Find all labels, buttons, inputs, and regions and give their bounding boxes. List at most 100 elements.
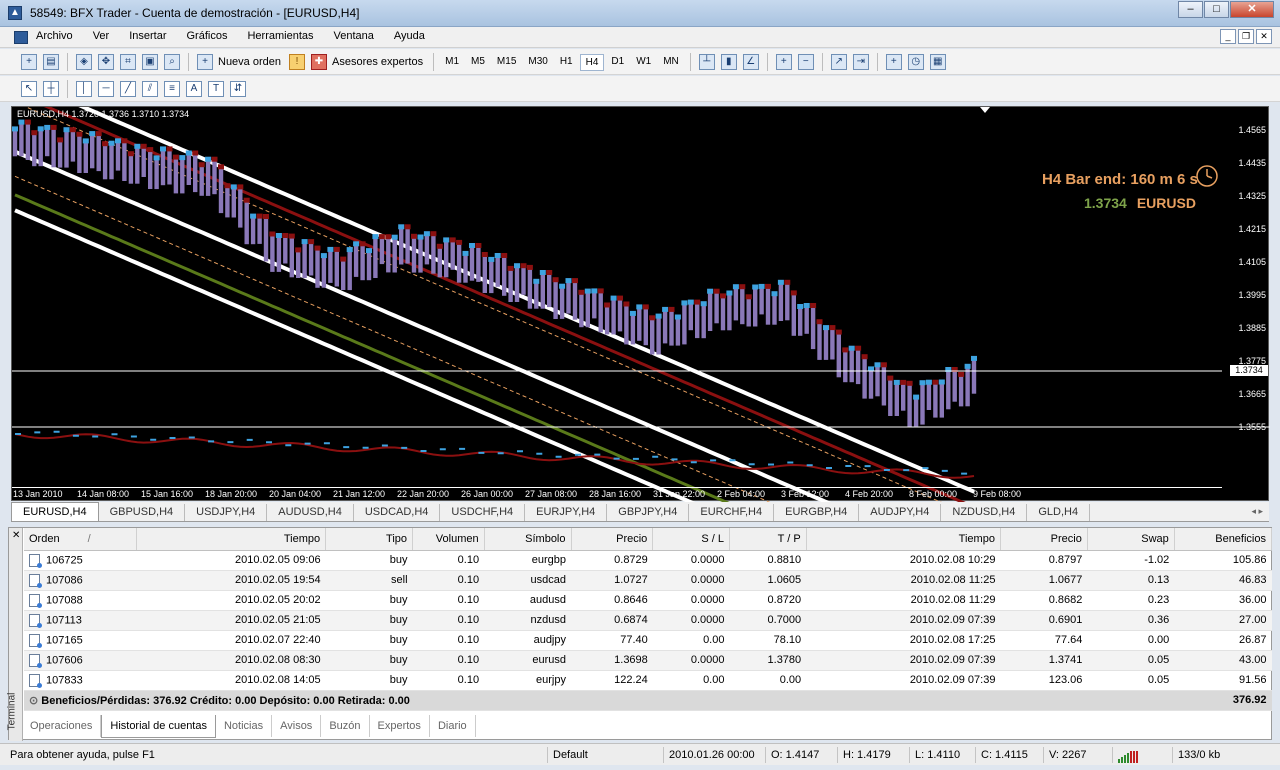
column-header[interactable]: Símbolo [484, 528, 572, 551]
chart-shift-icon[interactable]: ⇥ [852, 54, 869, 70]
terminal-tab-3[interactable]: Avisos [272, 715, 322, 737]
menu-5[interactable]: Ventana [334, 30, 374, 42]
chart-tab-gld[interactable]: GLD,H4 [1027, 504, 1091, 521]
chart-tab-usdjpy[interactable]: USDJPY,H4 [185, 504, 268, 521]
metaeditor-icon[interactable]: ! [289, 54, 305, 70]
chart-tab-eurgbp[interactable]: EURGBP,H4 [774, 504, 860, 521]
app-icon[interactable]: ▲ [8, 6, 22, 20]
mdi-close-button[interactable]: ✕ [1256, 29, 1272, 44]
menu-2[interactable]: Insertar [129, 30, 166, 42]
chart-tab-gbpusd[interactable]: GBPUSD,H4 [99, 504, 186, 521]
timeframe-mn-button[interactable]: MN [658, 54, 684, 71]
column-header[interactable]: S / L [652, 528, 730, 551]
column-header[interactable]: Tiempo [806, 528, 1001, 551]
terminal-tab-2[interactable]: Noticias [216, 715, 273, 737]
column-header[interactable]: Tiempo [136, 528, 327, 551]
periods-clock-icon[interactable]: ◷ [907, 54, 924, 70]
maximize-button[interactable]: □ [1204, 1, 1229, 18]
equidistant-channel-icon[interactable]: ⫽ [142, 81, 158, 97]
tab-scroll-arrows-icon[interactable]: ◂ ▸ [1251, 506, 1263, 517]
chart-tab-gbpjpy[interactable]: GBPJPY,H4 [607, 504, 690, 521]
column-header[interactable]: Swap [1087, 528, 1175, 551]
chart-tab-nzdusd[interactable]: NZDUSD,H4 [941, 504, 1028, 521]
cursor-icon[interactable]: ↖ [21, 81, 37, 97]
timeframe-h1-button[interactable]: H1 [555, 54, 578, 71]
menu-1[interactable]: Ver [93, 30, 110, 42]
chart-tab-eurchf[interactable]: EURCHF,H4 [689, 504, 775, 521]
column-header[interactable]: Precio [1000, 528, 1088, 551]
table-row[interactable]: 107165 2010.02.07 22:40 buy 0.10 audjpy 77.40… [24, 630, 1272, 651]
bar-chart-icon[interactable]: ┴ [698, 54, 715, 70]
strategy-tester-icon[interactable]: ⌕ [164, 54, 180, 70]
menu-4[interactable]: Herramientas [247, 30, 313, 42]
timeframe-m30-button[interactable]: M30 [523, 54, 552, 71]
column-header[interactable]: Precio [571, 528, 654, 551]
timeframe-m1-button[interactable]: M1 [440, 54, 464, 71]
terminal-close-icon[interactable]: ✕ [12, 530, 20, 541]
text-label-icon[interactable]: T [208, 81, 224, 97]
arrows-icon[interactable]: ⇵ [230, 81, 246, 97]
new-order-icon[interactable]: + [197, 54, 213, 70]
minimize-button[interactable]: – [1178, 1, 1203, 18]
mdi-restore-button[interactable]: ❐ [1238, 29, 1254, 44]
menu-3[interactable]: Gráficos [187, 30, 228, 42]
vertical-line-icon[interactable]: │ [76, 81, 92, 97]
text-icon[interactable]: A [186, 81, 202, 97]
crosshair-icon[interactable]: ┼ [43, 81, 59, 97]
chart-tab-usdcad[interactable]: USDCAD,H4 [354, 504, 441, 521]
templates-icon[interactable]: ▦ [929, 54, 946, 70]
column-header[interactable]: Beneficios [1174, 528, 1273, 551]
terminal-tab-5[interactable]: Expertos [370, 715, 430, 737]
timeframe-w1-button[interactable]: W1 [631, 54, 656, 71]
timeframe-m5-button[interactable]: M5 [466, 54, 490, 71]
fibonacci-icon[interactable]: ≡ [164, 81, 180, 97]
table-row[interactable]: 107088 2010.02.05 20:02 buy 0.10 audusd 0.864… [24, 590, 1272, 611]
data-window-icon[interactable]: ⌗ [120, 54, 136, 70]
status-profile[interactable]: Default [547, 747, 659, 763]
new-chart-icon[interactable]: + [21, 54, 37, 70]
close-button[interactable]: ✕ [1230, 1, 1274, 18]
chart-tab-audusd[interactable]: AUDUSD,H4 [267, 504, 354, 521]
table-row[interactable]: 106725 2010.02.05 09:06 buy 0.10 eurgbp 0.872… [24, 550, 1272, 571]
column-header[interactable]: Tipo [325, 528, 414, 551]
line-chart-icon[interactable]: ∠ [742, 54, 759, 70]
terminal-tab-4[interactable]: Buzón [321, 715, 370, 737]
chart-window[interactable]: EURUSD,H4 1.3720 1.3736 1.3710 1.3734 H4… [11, 106, 1270, 502]
table-row[interactable]: 107086 2010.02.05 19:54 sell 0.10 usdcad 1.07… [24, 570, 1272, 591]
timeframe-m15-button[interactable]: M15 [492, 54, 521, 71]
column-header[interactable]: Volumen [412, 528, 485, 551]
expert-advisors-icon[interactable]: ✚ [311, 54, 327, 70]
zoom-out-icon[interactable]: − [797, 54, 814, 70]
terminal-tab-1[interactable]: Historial de cuentas [101, 715, 216, 738]
chart-tab-usdchf[interactable]: USDCHF,H4 [440, 504, 526, 521]
chart-tab-eurjpy[interactable]: EURJPY,H4 [525, 504, 608, 521]
chart-tab-eurusd[interactable]: EURUSD,H4 [11, 502, 99, 521]
column-header[interactable]: Orden / [24, 528, 137, 551]
chart-shift-marker[interactable] [980, 107, 990, 113]
mdi-minimize-button[interactable]: _ [1220, 29, 1236, 44]
price-chart[interactable] [12, 107, 1270, 502]
terminal-icon[interactable]: ▣ [142, 54, 158, 70]
terminal-tab-0[interactable]: Operaciones [22, 715, 102, 737]
table-row[interactable]: 107833 2010.02.08 14:05 buy 0.10 eurjpy 122.2… [24, 670, 1272, 691]
candlestick-icon[interactable]: ▮ [720, 54, 737, 70]
connection-status-icon[interactable] [1112, 747, 1172, 764]
zoom-in-icon[interactable]: + [775, 54, 792, 70]
market-watch-icon[interactable]: ◈ [76, 54, 92, 70]
profiles-icon[interactable]: ▤ [43, 54, 59, 70]
menu-0[interactable]: Archivo [36, 30, 73, 42]
auto-scroll-icon[interactable]: ↗ [830, 54, 847, 70]
timeframe-d1-button[interactable]: D1 [606, 54, 629, 71]
timeframe-h4-button[interactable]: H4 [579, 53, 605, 71]
chart-window-icon[interactable] [14, 31, 28, 44]
new-order-button[interactable]: Nueva orden [218, 56, 281, 68]
trendline-icon[interactable]: ╱ [120, 81, 136, 97]
navigator-icon[interactable]: ✥ [98, 54, 114, 70]
indicators-icon[interactable]: + [885, 54, 902, 70]
table-row[interactable]: 107113 2010.02.05 21:05 buy 0.10 nzdusd 0.687… [24, 610, 1272, 631]
menu-6[interactable]: Ayuda [394, 30, 425, 42]
expert-advisors-button[interactable]: Asesores expertos [332, 56, 423, 68]
horizontal-line-icon[interactable]: ─ [98, 81, 114, 97]
chart-tab-audjpy[interactable]: AUDJPY,H4 [859, 504, 942, 521]
column-header[interactable]: T / P [729, 528, 807, 551]
